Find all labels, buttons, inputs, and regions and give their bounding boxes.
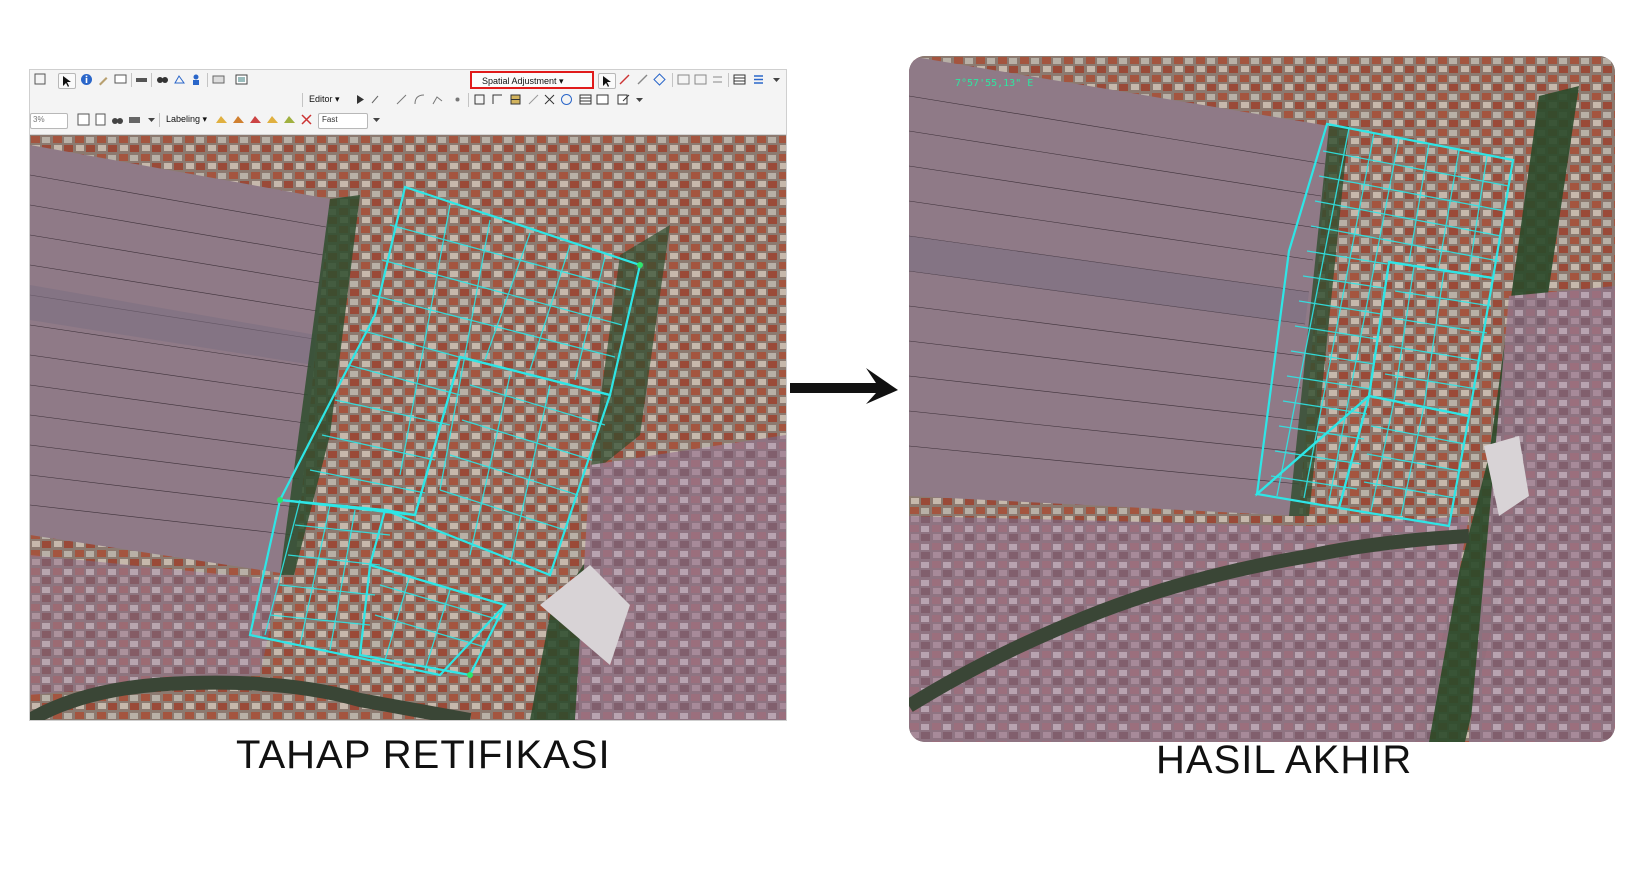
link-table-icon[interactable] [677, 73, 690, 86]
print-icon[interactable] [128, 113, 141, 126]
toolbar-separator [672, 73, 673, 87]
select-elements-button[interactable] [598, 73, 616, 89]
attribute-transfer-icon[interactable] [711, 73, 724, 86]
scale-field[interactable]: 3% [30, 113, 68, 129]
toolbar-row-labeling: 3% Labeling ▾ Fast [30, 110, 786, 130]
attributes-icon[interactable] [579, 93, 592, 106]
rotate-icon[interactable] [543, 93, 556, 106]
toolbar-options-icon[interactable] [633, 93, 646, 106]
spatial-adjustment-dropdown[interactable]: Spatial Adjustment ▾ [470, 71, 594, 89]
label-weight-icon[interactable] [283, 113, 296, 126]
label-quality-value: Fast [322, 115, 338, 124]
clear-labels-icon[interactable] [300, 113, 313, 126]
viewer-window-icon[interactable] [235, 73, 248, 86]
measure-icon[interactable] [135, 73, 148, 86]
pause-labeling-icon[interactable] [249, 113, 262, 126]
toolbar-separator [468, 93, 469, 107]
edit-tool-icon[interactable] [354, 93, 367, 106]
labeling-menu[interactable]: Labeling ▾ [166, 114, 207, 125]
view-link-table-icon[interactable] [733, 73, 746, 86]
toolbar-row-tools: Spatial Adjustment ▾ [30, 70, 786, 90]
trace-icon[interactable] [431, 93, 444, 106]
scale-value: 3% [33, 115, 45, 124]
toolbar-separator [131, 73, 132, 87]
adjust-icon[interactable] [752, 73, 765, 86]
create-features-icon[interactable] [617, 93, 630, 106]
lock-labels-icon[interactable] [232, 113, 245, 126]
arcmap-screenshot-panel: Spatial Adjustment ▾ Editor ▾ 3% Labelin… [29, 69, 787, 721]
map-view-before[interactable] [30, 135, 786, 720]
limited-adjust-icon[interactable] [694, 73, 707, 86]
time-slider-icon[interactable] [212, 73, 225, 86]
go-to-xy-icon[interactable] [190, 73, 203, 86]
toolbar-options-icon[interactable] [770, 73, 783, 86]
multiple-displacement-icon[interactable] [653, 73, 666, 86]
coordinate-readout: 7°57'55,13" E [955, 78, 1033, 89]
toolbar-area: Spatial Adjustment ▾ Editor ▾ 3% Labelin… [30, 70, 786, 135]
caption-right: HASIL AKHIR [1156, 738, 1413, 782]
label-quality-dropdown[interactable]: Fast [318, 113, 368, 129]
map-view-after[interactable]: 7°57'55,13" E [909, 56, 1615, 742]
select-features-button[interactable] [58, 73, 76, 89]
page-icon[interactable] [94, 113, 107, 126]
new-displacement-link-icon[interactable] [618, 73, 631, 86]
caption-left: TAHAP RETIFIKASI [236, 733, 611, 777]
view-unplaced-labels-icon[interactable] [266, 113, 279, 126]
zoom-icon[interactable] [34, 73, 47, 86]
sketch-properties-icon[interactable] [596, 93, 609, 106]
toolbar-separator [302, 93, 303, 107]
split-tool-icon[interactable] [527, 93, 540, 106]
end-point-arc-icon[interactable] [413, 93, 426, 106]
editor-menu[interactable]: Editor ▾ [309, 94, 340, 105]
transition-arrow-icon [790, 368, 898, 404]
toolbar-row-editor: Editor ▾ [30, 90, 786, 110]
toolbar-separator [151, 73, 152, 87]
html-popup-icon[interactable] [114, 73, 127, 86]
binoculars-icon[interactable] [111, 113, 124, 126]
toolbar-options-icon[interactable] [370, 113, 383, 126]
straight-segment-icon[interactable] [395, 93, 408, 106]
pencil-icon[interactable] [97, 73, 110, 86]
find-icon[interactable] [156, 73, 169, 86]
cut-polygons-icon[interactable] [509, 93, 522, 106]
toolbar-separator [159, 113, 160, 127]
layout-view-icon[interactable] [77, 113, 90, 126]
modify-link-icon[interactable] [636, 73, 649, 86]
find-route-icon[interactable] [173, 73, 186, 86]
toolbar-separator [207, 73, 208, 87]
info-icon[interactable] [80, 73, 93, 86]
toolbar-options-icon[interactable] [145, 113, 158, 126]
reshape-feature-icon[interactable] [491, 93, 504, 106]
edit-vertices-icon[interactable] [473, 93, 486, 106]
help-icon[interactable] [560, 93, 573, 106]
toolbar-separator [728, 73, 729, 87]
point-icon[interactable] [451, 93, 464, 106]
spatial-adjustment-label: Spatial Adjustment ▾ [482, 76, 564, 86]
edit-annotation-icon[interactable] [370, 93, 383, 106]
label-manager-icon[interactable] [215, 113, 228, 126]
